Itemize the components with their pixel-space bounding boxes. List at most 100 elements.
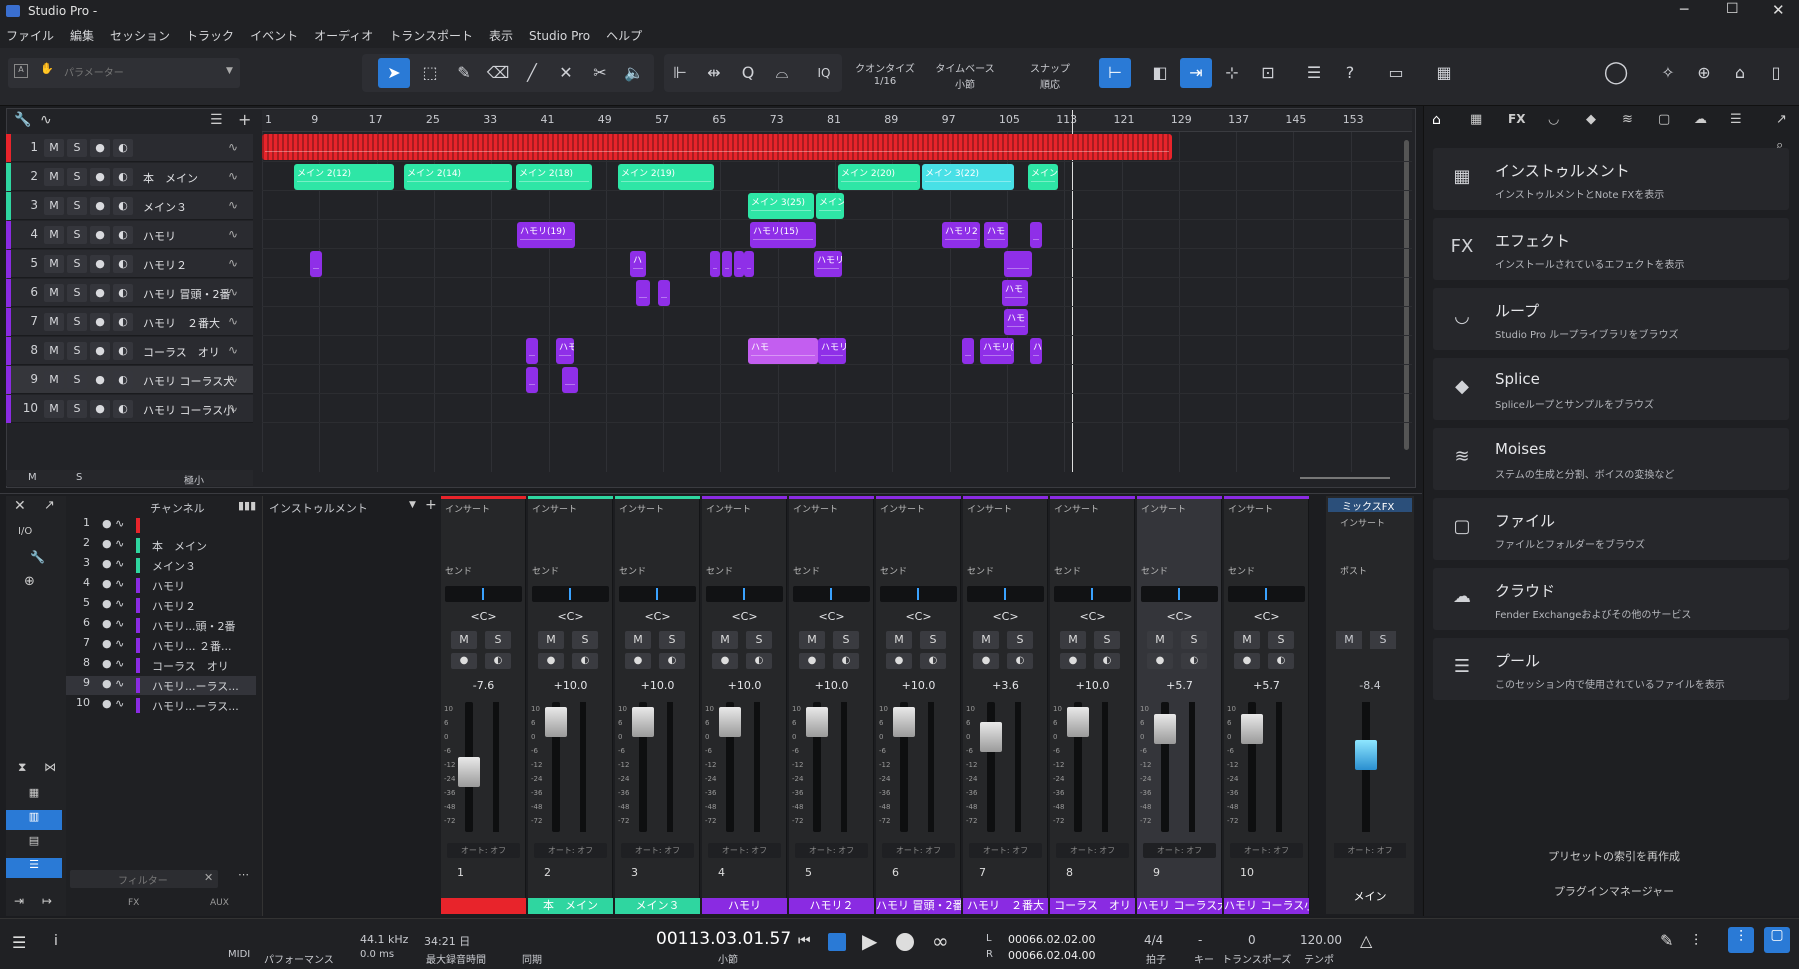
main-auto[interactable]: オート: オフ	[1334, 843, 1406, 858]
insert-slot[interactable]: インサート	[445, 502, 490, 515]
channel-row[interactable]: 1 ● ∿	[66, 516, 256, 535]
loop-end[interactable]: 00066.02.04.00	[1008, 949, 1095, 962]
audio-clip[interactable]: ハ	[630, 251, 646, 277]
user-icon[interactable]: ◯	[1600, 58, 1632, 88]
menu-audio[interactable]: オーディオ	[306, 24, 381, 48]
send-slot[interactable]: センド	[967, 564, 994, 577]
instrument-tab-icon[interactable]: ▦	[1470, 112, 1482, 127]
timebase-select[interactable]: 小節	[925, 76, 1005, 91]
waveform-icon[interactable]: ∿	[228, 169, 238, 183]
audio-clip[interactable]: ハモ	[1004, 309, 1028, 335]
track-name[interactable]: ハモリ 冒頭・2番	[143, 286, 231, 302]
fx-tab-icon[interactable]: FX	[1508, 112, 1525, 126]
marker-icon[interactable]: ⊹	[1216, 58, 1248, 88]
strip-mute-button[interactable]: M	[451, 631, 477, 649]
browse-view-icon[interactable]: ▢	[1764, 927, 1790, 953]
send-slot[interactable]: センド	[1054, 564, 1081, 577]
strip-record-icon[interactable]: ●	[538, 653, 564, 669]
menu-view[interactable]: 表示	[481, 24, 521, 48]
waveform-icon[interactable]: ∿	[228, 256, 238, 270]
connect-icon[interactable]: ⊕	[1688, 58, 1720, 88]
audio-clip[interactable]: メイン 3(22)	[922, 164, 1014, 190]
send-slot[interactable]: センド	[532, 564, 559, 577]
audio-clip[interactable]: ハモリ	[814, 251, 842, 277]
cloud-tab-icon[interactable]: ☁	[1694, 112, 1707, 127]
automation-mode[interactable]: オート: オフ	[1143, 843, 1216, 858]
strip-mute-button[interactable]: M	[973, 631, 999, 649]
audio-clip[interactable]	[526, 367, 538, 393]
mute-button[interactable]: M	[44, 139, 64, 157]
audio-clip[interactable]	[734, 251, 744, 277]
browser-item[interactable]: ≋ Moises ステムの生成と分割、ボイスの変換など	[1433, 428, 1789, 490]
audio-clip[interactable]	[710, 251, 720, 277]
record-arm-icon[interactable]: ●	[90, 168, 110, 186]
narrow-icon[interactable]: ⧗	[18, 760, 26, 775]
pan-control[interactable]	[880, 586, 957, 602]
monitor-icon[interactable]: ◐	[113, 342, 133, 360]
audio-clip[interactable]: メイン 2(12)	[294, 164, 394, 190]
record-arm-icon[interactable]: ●	[90, 313, 110, 331]
record-arm-icon[interactable]: ●	[90, 255, 110, 273]
position-display[interactable]: 00113.03.01.57	[656, 929, 791, 949]
channel-row[interactable]: 9 ● ∿ ハモリ...ーラス...	[66, 676, 256, 695]
audio-clip[interactable]: メイン 2(19)	[618, 164, 714, 190]
browser-item[interactable]: ◆ Splice Spliceループとサンプルをブラウズ	[1433, 358, 1789, 420]
solo-button[interactable]: S	[67, 226, 87, 244]
pan-control[interactable]	[619, 586, 696, 602]
strip-record-icon[interactable]: ●	[625, 653, 651, 669]
mute-button[interactable]: M	[44, 284, 64, 302]
monitor-icon[interactable]: ◐	[113, 197, 133, 215]
track-name[interactable]: ハモリ コーラス大	[143, 373, 234, 389]
audio-clip[interactable]	[636, 280, 650, 306]
audio-clip[interactable]: ハ	[1030, 338, 1042, 364]
quantize-select[interactable]: 1/16	[850, 76, 920, 87]
fader-cap[interactable]	[545, 707, 567, 737]
maximize-icon[interactable]: ☐	[1726, 1, 1739, 17]
plugin-manager-button[interactable]: プラグインマネージャー	[1514, 883, 1714, 899]
close-icon[interactable]: ✕	[1772, 1, 1785, 19]
insert-slot[interactable]: インサート	[793, 502, 838, 515]
automation-mode[interactable]: オート: オフ	[621, 843, 694, 858]
browser-item[interactable]: FX エフェクト インストールされているエフェクトを表示	[1433, 218, 1789, 280]
audio-clip[interactable]	[722, 251, 732, 277]
strip-mute-button[interactable]: M	[886, 631, 912, 649]
insert-slot[interactable]: インサート	[532, 502, 577, 515]
tempo-value[interactable]: 120.00	[1300, 933, 1342, 947]
footer-s[interactable]: S	[76, 472, 82, 483]
strip-monitor-icon[interactable]: ◐	[659, 653, 685, 669]
strip-monitor-icon[interactable]: ◐	[1268, 653, 1294, 669]
automation-mode[interactable]: オート: オフ	[1056, 843, 1129, 858]
solo-button[interactable]: S	[67, 139, 87, 157]
arrow-tool-icon[interactable]: ➤	[378, 58, 410, 88]
strip-solo-button[interactable]: S	[1181, 631, 1207, 649]
browser-item[interactable]: ▦ インストゥルメント インストゥルメントとNote FXを表示	[1433, 148, 1789, 210]
channel-row[interactable]: 6 ● ∿ ハモリ...頭・2番	[66, 616, 256, 635]
monitor-icon[interactable]: ◐	[113, 400, 133, 418]
grid-icon[interactable]: ▦	[1428, 58, 1460, 88]
track-row[interactable]: 9 M S ● ◐ ハモリ コーラス大 ∿	[6, 366, 253, 394]
fader-cap[interactable]	[1154, 714, 1176, 744]
strip-record-icon[interactable]: ●	[1147, 653, 1173, 669]
info-icon[interactable]: i	[54, 933, 58, 949]
strip-mute-button[interactable]: M	[799, 631, 825, 649]
mute-button[interactable]: M	[44, 342, 64, 360]
strip-solo-button[interactable]: S	[572, 631, 598, 649]
clear-icon[interactable]: ✕	[204, 871, 213, 884]
splice-tab-icon[interactable]: ◆	[1586, 112, 1596, 127]
strip-monitor-icon[interactable]: ◐	[1094, 653, 1120, 669]
browser-item[interactable]: ☁ クラウド Fender Exchangeおよびその他のサービス	[1433, 568, 1789, 630]
monitor-icon[interactable]: ◐	[113, 371, 133, 389]
io-button[interactable]: I/O	[18, 526, 32, 537]
track-name[interactable]: ハモリ ２番大	[143, 315, 220, 331]
menu-studio-pro[interactable]: Studio Pro	[521, 24, 598, 48]
solo-button[interactable]: S	[67, 400, 87, 418]
audio-clip[interactable]: ハモ	[556, 338, 574, 364]
waveform-icon[interactable]: ∿	[228, 314, 238, 328]
add-track-icon[interactable]: +	[238, 110, 251, 129]
strip-record-icon[interactable]: ●	[1234, 653, 1260, 669]
strip-solo-button[interactable]: S	[1094, 631, 1120, 649]
strip-monitor-icon[interactable]: ◐	[1007, 653, 1033, 669]
fader-cap[interactable]	[1241, 714, 1263, 744]
strip-record-icon[interactable]: ●	[451, 653, 477, 669]
pan-control[interactable]	[706, 586, 783, 602]
